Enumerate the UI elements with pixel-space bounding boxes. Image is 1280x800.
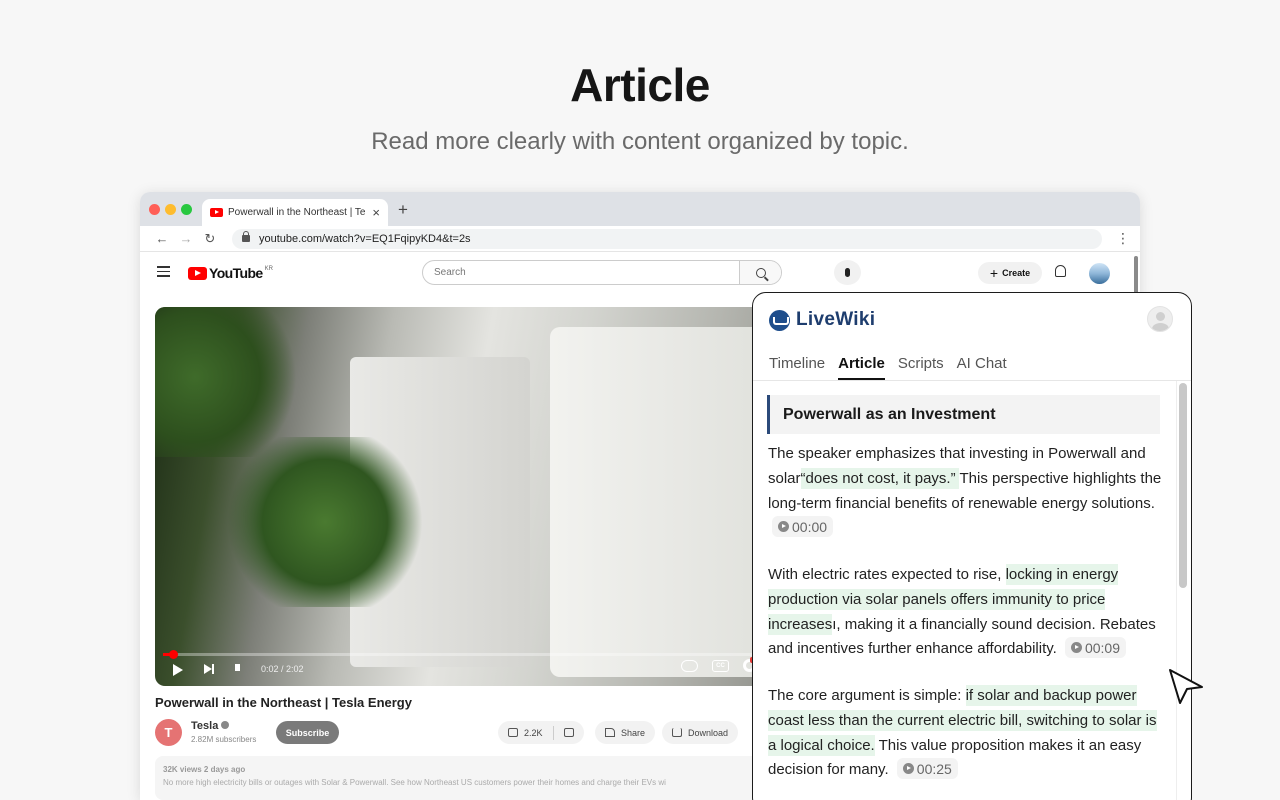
search-button[interactable] bbox=[739, 261, 781, 284]
panel-scroll-track bbox=[1176, 381, 1177, 800]
region-code: KR bbox=[264, 265, 273, 272]
page-scrollbar[interactable] bbox=[1134, 256, 1138, 294]
tab-article[interactable]: Article bbox=[838, 355, 885, 380]
like-count[interactable]: 2.2K bbox=[524, 728, 543, 738]
youtube-favicon-icon bbox=[210, 208, 223, 217]
create-label: Create bbox=[1002, 268, 1031, 278]
user-profile-icon[interactable] bbox=[1147, 306, 1173, 332]
channel-name-text[interactable]: Tesla bbox=[191, 720, 218, 732]
tab-bar: Powerwall in the Northeast | Te × + bbox=[140, 192, 1140, 226]
close-window-button[interactable] bbox=[149, 204, 160, 215]
youtube-header: YouTube KR Search + Create bbox=[140, 252, 1140, 294]
paragraph-text: The core argument is simple: bbox=[768, 687, 966, 704]
plus-icon: + bbox=[989, 265, 999, 281]
like-dislike-group: 2.2K bbox=[498, 721, 584, 744]
url-text: youtube.com/watch?v=EQ1FqipyKD4&t=2s bbox=[259, 232, 471, 245]
back-arrow-icon[interactable]: ← bbox=[150, 231, 174, 246]
hamburger-menu-icon[interactable] bbox=[157, 266, 170, 280]
article-paragraph: The core argument is simple: if solar an… bbox=[768, 684, 1163, 783]
tab-scripts[interactable]: Scripts bbox=[898, 355, 944, 380]
hero-title: Article bbox=[570, 59, 710, 111]
search-icon bbox=[755, 267, 766, 278]
timestamp-label: 00:25 bbox=[916, 760, 952, 777]
next-video-icon[interactable] bbox=[204, 664, 214, 674]
download-label: Download bbox=[688, 727, 729, 738]
forward-arrow-icon[interactable]: → bbox=[174, 231, 198, 246]
share-label: Share bbox=[621, 727, 646, 738]
volume-icon[interactable] bbox=[235, 664, 240, 671]
browser-toolbar: ← → ↻ youtube.com/watch?v=EQ1FqipyKD4&t=… bbox=[140, 226, 1140, 252]
download-button[interactable]: Download bbox=[662, 721, 739, 744]
livewiki-logo-icon bbox=[769, 309, 790, 331]
timestamp-button[interactable]: 00:25 bbox=[896, 758, 958, 780]
play-icon[interactable] bbox=[173, 664, 183, 676]
minimize-window-button[interactable] bbox=[165, 204, 176, 215]
notifications-bell-icon[interactable] bbox=[1055, 265, 1066, 277]
progress-bar[interactable] bbox=[163, 650, 787, 659]
browser-menu-icon[interactable]: ⋮ bbox=[1116, 230, 1130, 247]
thumbs-up-icon[interactable] bbox=[508, 728, 518, 737]
channel-avatar[interactable]: T bbox=[155, 719, 182, 746]
voice-search-button[interactable] bbox=[834, 260, 861, 285]
tab-timeline[interactable]: Timeline bbox=[769, 355, 825, 380]
verified-icon bbox=[221, 721, 230, 729]
section-title: Powerwall as an Investment bbox=[767, 395, 1160, 434]
download-icon bbox=[672, 728, 682, 737]
livewiki-panel: LiveWiki Timeline Article Scripts AI Cha… bbox=[752, 292, 1192, 800]
article-paragraph: The speaker emphasizes that investing in… bbox=[768, 442, 1163, 541]
progress-scrubber[interactable] bbox=[168, 650, 178, 659]
panel-scrollbar[interactable] bbox=[1179, 383, 1187, 588]
tabs-divider bbox=[753, 380, 1191, 381]
tab-ai-chat[interactable]: AI Chat bbox=[957, 355, 1007, 380]
subscribe-button[interactable]: Subscribe bbox=[276, 721, 339, 744]
channel-name[interactable]: Tesla bbox=[191, 720, 230, 732]
search-box: Search bbox=[422, 260, 782, 285]
new-tab-icon[interactable]: + bbox=[398, 200, 408, 220]
timestamp-button[interactable]: 00:09 bbox=[1064, 637, 1127, 659]
reload-icon[interactable]: ↻ bbox=[198, 231, 222, 247]
create-button[interactable]: + Create bbox=[978, 262, 1042, 284]
highlighted-quote[interactable]: “does not cost, it pays.” bbox=[800, 467, 960, 489]
timestamp-label: 00:09 bbox=[1084, 639, 1121, 656]
youtube-play-icon bbox=[188, 266, 207, 280]
play-circle-icon bbox=[1070, 642, 1082, 654]
timestamp-button[interactable]: 00:00 bbox=[772, 516, 834, 538]
paragraph-text: With electric rates expected to rise, bbox=[768, 566, 1006, 583]
thumbs-down-icon[interactable] bbox=[563, 728, 574, 737]
captions-icon[interactable]: CC bbox=[712, 659, 729, 672]
video-title: Powerwall in the Northeast | Tesla Energ… bbox=[155, 695, 412, 710]
description-box[interactable]: 32K views 2 days ago No more high electr… bbox=[155, 756, 775, 800]
microphone-icon bbox=[845, 268, 850, 277]
video-meta: 32K views 2 days ago bbox=[163, 765, 246, 774]
youtube-logo[interactable]: YouTube KR bbox=[188, 265, 273, 281]
video-frame-foliage bbox=[155, 307, 315, 457]
mouse-pointer-icon bbox=[1169, 669, 1203, 704]
play-circle-icon bbox=[902, 763, 914, 775]
livewiki-tabs: Timeline Article Scripts AI Chat bbox=[769, 355, 1007, 380]
share-button[interactable]: Share bbox=[595, 721, 656, 744]
address-bar[interactable]: youtube.com/watch?v=EQ1FqipyKD4&t=2s bbox=[232, 228, 1102, 249]
livewiki-brand: LiveWiki bbox=[796, 309, 876, 330]
lock-icon bbox=[242, 231, 250, 242]
player-time: 0:02 / 2:02 bbox=[261, 664, 304, 674]
close-tab-icon[interactable]: × bbox=[372, 205, 380, 220]
like-separator bbox=[552, 725, 554, 740]
share-arrow-icon bbox=[605, 728, 615, 737]
search-input[interactable]: Search bbox=[423, 267, 739, 278]
play-circle-icon bbox=[778, 521, 789, 533]
hero-subtitle: Read more clearly with content organized… bbox=[371, 128, 909, 155]
video-description: No more high electricity bills or outage… bbox=[163, 778, 666, 787]
account-avatar[interactable] bbox=[1089, 263, 1110, 284]
timestamp-label: 00:00 bbox=[792, 518, 828, 535]
youtube-logo-text: YouTube bbox=[209, 265, 263, 281]
maximize-window-button[interactable] bbox=[181, 204, 192, 215]
video-player[interactable]: 0:02 / 2:02 CC bbox=[155, 307, 795, 686]
autoplay-toggle-icon[interactable] bbox=[681, 659, 698, 672]
tab-title: Powerwall in the Northeast | Te bbox=[228, 207, 366, 218]
video-frame-leaf bbox=[215, 437, 435, 607]
browser-tab[interactable]: Powerwall in the Northeast | Te × bbox=[202, 199, 388, 226]
livewiki-logo: LiveWiki bbox=[769, 309, 875, 331]
channel-subscribers: 2.82M subscribers bbox=[191, 735, 257, 744]
article-paragraph: With electric rates expected to rise, lo… bbox=[768, 563, 1163, 662]
